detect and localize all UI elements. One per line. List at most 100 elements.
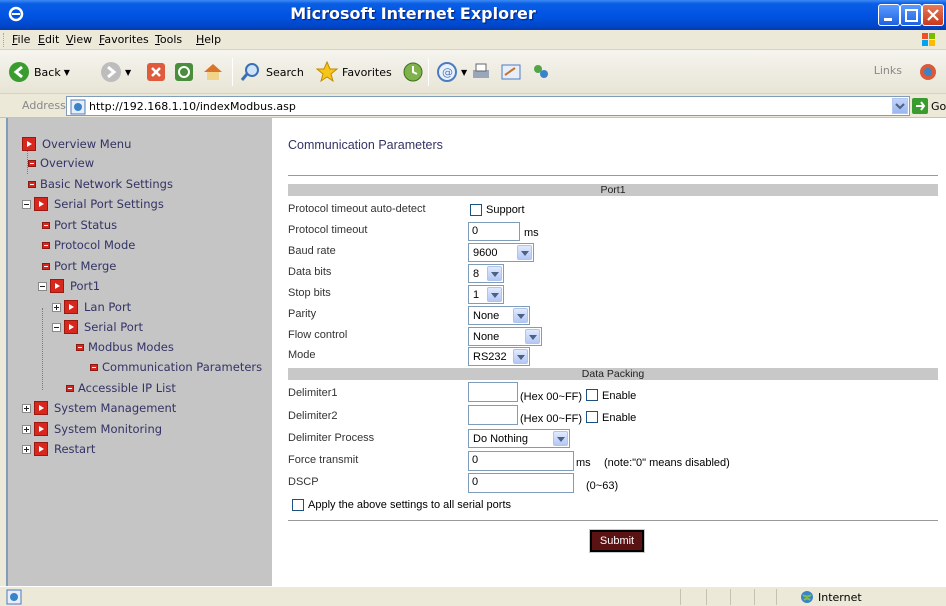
address-label: Address bbox=[22, 99, 66, 112]
favorites-button[interactable]: Favorites bbox=[316, 60, 392, 84]
menu-view[interactable]: View bbox=[66, 33, 92, 46]
delimiter1-enable-checkbox[interactable] bbox=[586, 389, 598, 401]
sidebar-label: Modbus Modes bbox=[88, 340, 174, 354]
delimiter2-enable-checkbox[interactable] bbox=[586, 411, 598, 423]
browser-viewport: Overview Menu Overview Basic Network Set… bbox=[6, 118, 946, 586]
sidebar-item-port1[interactable]: Port1 bbox=[38, 279, 100, 293]
address-dropdown[interactable] bbox=[892, 98, 908, 114]
select-value: None bbox=[473, 310, 500, 322]
support-checkbox[interactable] bbox=[470, 204, 482, 216]
title-bar: Microsoft Internet Explorer bbox=[0, 0, 946, 30]
parity-select[interactable]: None bbox=[468, 306, 530, 325]
menu-bar: File Edit View Favorites Tools Help bbox=[0, 30, 946, 50]
home-button[interactable] bbox=[202, 60, 224, 84]
delimiter1-input[interactable] bbox=[468, 382, 518, 402]
security-zone: Internet bbox=[800, 590, 862, 604]
select-value: 9600 bbox=[473, 247, 498, 259]
expand-icon[interactable] bbox=[52, 302, 61, 312]
menu-tools[interactable]: Tools bbox=[155, 33, 182, 46]
collapse-icon[interactable] bbox=[38, 281, 47, 291]
menu-help[interactable]: Help bbox=[196, 33, 221, 46]
page-status-icon bbox=[6, 589, 22, 605]
page-icon bbox=[42, 221, 50, 229]
field-label: DSCP bbox=[288, 476, 319, 488]
address-bar: Address http://192.168.1.10/indexModbus.… bbox=[0, 94, 946, 118]
delimiter-process-select[interactable]: Do Nothing bbox=[468, 429, 570, 448]
sidebar-label: Port Merge bbox=[54, 259, 117, 273]
collapse-icon[interactable] bbox=[52, 322, 61, 332]
submit-button[interactable]: Submit bbox=[589, 529, 645, 553]
page-icon bbox=[66, 384, 74, 392]
menu-edit[interactable]: Edit bbox=[38, 33, 59, 46]
page-icon bbox=[42, 262, 50, 270]
links-label[interactable]: Links bbox=[874, 64, 902, 77]
sidebar-item-basic-network[interactable]: Basic Network Settings bbox=[28, 177, 173, 191]
extra-toolbar-button[interactable] bbox=[918, 60, 938, 84]
checkbox-label: Enable bbox=[602, 412, 637, 424]
data-bits-select[interactable]: 8 bbox=[468, 264, 504, 283]
dscp-input[interactable]: 0 bbox=[468, 473, 574, 493]
sidebar-item-restart[interactable]: Restart bbox=[22, 442, 95, 456]
field-label: Parity bbox=[288, 308, 317, 320]
sidebar-item-system-management[interactable]: System Management bbox=[22, 401, 176, 415]
menu-favorites[interactable]: Favorites bbox=[99, 33, 149, 46]
sidebar-item-overview-menu[interactable]: Overview Menu bbox=[22, 137, 131, 151]
sidebar-item-overview[interactable]: Overview bbox=[28, 156, 94, 170]
collapse-icon[interactable] bbox=[22, 199, 31, 209]
search-button[interactable]: Search bbox=[240, 60, 304, 84]
sidebar-item-accessible-ip[interactable]: Accessible IP List bbox=[66, 381, 176, 395]
sidebar-label: Accessible IP List bbox=[78, 381, 176, 395]
stop-button[interactable] bbox=[146, 60, 166, 84]
chevron-down-icon: ▼ bbox=[125, 67, 132, 77]
expand-icon[interactable] bbox=[22, 403, 31, 413]
apply-all-checkbox[interactable] bbox=[292, 499, 304, 511]
refresh-button[interactable] bbox=[174, 60, 194, 84]
expand-icon[interactable] bbox=[22, 424, 31, 434]
page-icon bbox=[90, 363, 98, 371]
print-button[interactable] bbox=[470, 60, 492, 84]
sidebar-item-lan-port[interactable]: Lan Port bbox=[52, 300, 131, 314]
protocol-timeout-input[interactable]: 0 bbox=[468, 222, 520, 241]
sidebar-item-modbus-modes[interactable]: Modbus Modes bbox=[76, 340, 174, 354]
field-label: Delimiter2 bbox=[288, 410, 338, 422]
mail-button[interactable]: @ ▼ bbox=[436, 60, 467, 84]
sidebar-item-port-status[interactable]: Port Status bbox=[42, 218, 117, 232]
folder-icon bbox=[50, 279, 64, 293]
close-button[interactable] bbox=[922, 4, 944, 26]
menu-file[interactable]: File bbox=[12, 33, 30, 46]
chevron-down-icon bbox=[487, 266, 502, 281]
expand-icon[interactable] bbox=[22, 444, 31, 454]
folder-icon bbox=[22, 137, 36, 151]
forward-button[interactable]: ▼ bbox=[100, 60, 131, 84]
select-value: Do Nothing bbox=[473, 433, 529, 445]
flow-control-select[interactable]: None bbox=[468, 327, 542, 346]
stop-icon bbox=[147, 63, 165, 81]
edit-button[interactable] bbox=[500, 60, 522, 84]
stop-bits-select[interactable]: 1 bbox=[468, 285, 504, 304]
sidebar-item-communication-parameters[interactable]: Communication Parameters bbox=[90, 360, 262, 374]
mode-select[interactable]: RS232 bbox=[468, 347, 530, 366]
field-label: Protocol timeout auto-detect bbox=[288, 203, 426, 215]
sidebar-label: Restart bbox=[54, 442, 96, 456]
sidebar-item-protocol-mode[interactable]: Protocol Mode bbox=[42, 238, 135, 252]
minimize-button[interactable] bbox=[878, 4, 900, 26]
maximize-button[interactable] bbox=[900, 4, 922, 26]
back-button[interactable]: Back ▼ bbox=[8, 60, 70, 84]
sidebar-item-system-monitoring[interactable]: System Monitoring bbox=[22, 422, 162, 436]
sidebar-label: Communication Parameters bbox=[102, 360, 263, 374]
sidebar-item-serial-port-settings[interactable]: Serial Port Settings bbox=[22, 197, 164, 211]
page-title: Communication Parameters bbox=[288, 138, 443, 152]
home-icon bbox=[204, 64, 222, 80]
force-transmit-input[interactable]: 0 bbox=[468, 451, 574, 471]
sidebar-item-serial-port[interactable]: Serial Port bbox=[52, 320, 143, 334]
force-transmit-note: (note:"0" means disabled) bbox=[604, 457, 730, 469]
delimiter2-input[interactable] bbox=[468, 405, 518, 425]
messenger-button[interactable] bbox=[530, 60, 552, 84]
history-button[interactable] bbox=[402, 60, 424, 84]
go-button[interactable]: Go bbox=[912, 98, 946, 114]
sidebar-item-port-merge[interactable]: Port Merge bbox=[42, 259, 116, 273]
baud-rate-select[interactable]: 9600 bbox=[468, 243, 534, 262]
address-input[interactable]: http://192.168.1.10/indexModbus.asp bbox=[66, 96, 910, 116]
select-value: None bbox=[473, 331, 500, 343]
sidebar-label: Lan Port bbox=[84, 300, 132, 314]
